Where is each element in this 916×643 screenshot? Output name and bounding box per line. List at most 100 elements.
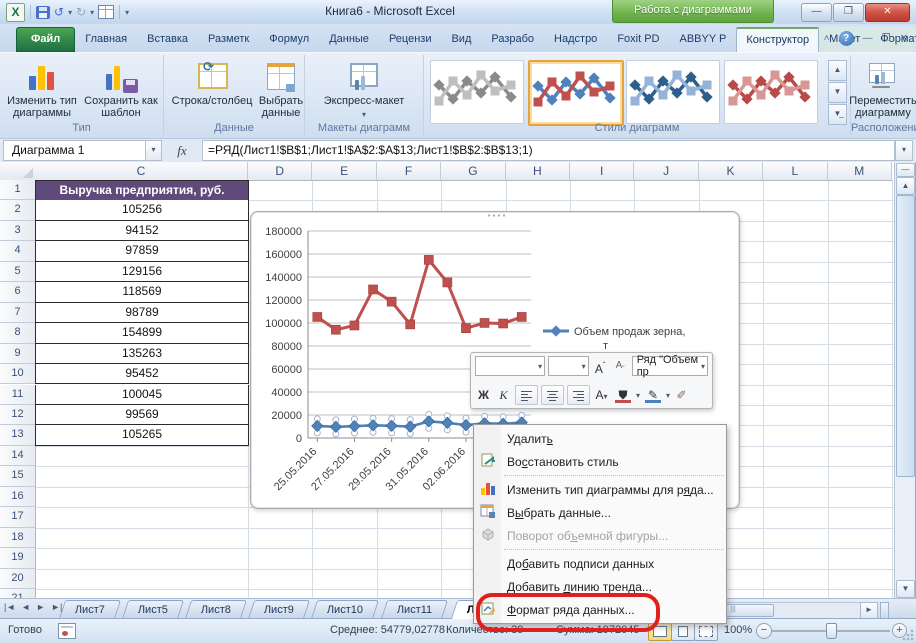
vertical-scroll-thumb[interactable] bbox=[896, 195, 915, 477]
column-header-G[interactable]: G bbox=[441, 162, 505, 181]
format-painter-icon[interactable]: ✐ bbox=[673, 386, 690, 404]
font-name-combobox[interactable]: ▾ bbox=[475, 356, 545, 376]
row-header-4[interactable]: 4 bbox=[0, 241, 36, 261]
normal-view-button[interactable] bbox=[648, 622, 672, 641]
style-gray[interactable] bbox=[430, 60, 524, 124]
row-header-14[interactable]: 14 bbox=[0, 446, 36, 466]
tab-split-handle[interactable] bbox=[880, 602, 889, 619]
fx-icon[interactable]: fx bbox=[162, 143, 202, 159]
help-icon[interactable]: ? bbox=[839, 31, 854, 46]
row-header-7[interactable]: 7 bbox=[0, 303, 36, 323]
tab-формул[interactable]: Формул bbox=[259, 27, 319, 52]
vertical-scrollbar[interactable]: — ▲ ▼ bbox=[894, 162, 915, 598]
workbook-minimize-icon[interactable]: — bbox=[863, 33, 873, 44]
formula-input[interactable]: =РЯД(Лист1!$B$1;Лист1!$A$2:$A$13;Лист1!$… bbox=[202, 140, 895, 161]
close-button[interactable]: ✕ bbox=[865, 3, 910, 22]
tab-данные[interactable]: Данные bbox=[319, 27, 379, 52]
minimize-button[interactable]: — bbox=[801, 3, 832, 22]
chart-element-combobox[interactable]: Ряд "Объем пр▾ bbox=[632, 356, 708, 376]
column-header-L[interactable]: L bbox=[763, 162, 827, 181]
menu-item-добавить-линию-тренда-[interactable]: Добавить линию тренда... bbox=[474, 575, 726, 598]
prev-sheet-icon[interactable]: ◄ bbox=[21, 602, 30, 612]
next-sheet-icon[interactable]: ► bbox=[36, 602, 45, 612]
table-value-cell[interactable]: 98789 bbox=[35, 303, 249, 323]
row-header-18[interactable]: 18 bbox=[0, 528, 36, 548]
workbook-close-icon[interactable]: ✕ bbox=[900, 33, 908, 44]
table-value-cell[interactable]: 95452 bbox=[35, 364, 249, 384]
legend-entry[interactable]: Объем продаж зерна, bbox=[574, 326, 685, 338]
fill-color-button[interactable]: ⛊ bbox=[613, 386, 633, 404]
scroll-right-icon[interactable]: ► bbox=[860, 602, 878, 619]
style-blue[interactable] bbox=[626, 60, 720, 124]
row-header-15[interactable]: 15 bbox=[0, 466, 36, 486]
row-header-1[interactable]: 1 bbox=[0, 180, 36, 200]
style-blue-red[interactable] bbox=[528, 60, 624, 126]
tab-главная[interactable]: Главная bbox=[75, 27, 137, 52]
fill-dropdown-icon[interactable]: ▾ bbox=[636, 391, 640, 400]
row-header-2[interactable]: 2 bbox=[0, 200, 36, 220]
switch-row-column-button[interactable]: ⟳ Строка/столбец bbox=[166, 59, 258, 107]
table-value-cell[interactable]: 105256 bbox=[35, 200, 249, 220]
tab-вид[interactable]: Вид bbox=[441, 27, 481, 52]
menu-item-восстановить-стиль[interactable]: Восстановить стиль bbox=[474, 450, 726, 473]
row-header-8[interactable]: 8 bbox=[0, 323, 36, 343]
split-box[interactable]: — bbox=[896, 163, 915, 177]
row-header-20[interactable]: 20 bbox=[0, 569, 36, 589]
y-axis-label[interactable]: 80000 bbox=[271, 341, 302, 353]
tab-разметк[interactable]: Разметк bbox=[198, 27, 259, 52]
chart-legend[interactable]: Объем продаж зерна,т bbox=[543, 325, 685, 352]
name-box-dropdown-icon[interactable]: ▾ bbox=[146, 140, 162, 161]
column-header-K[interactable]: K bbox=[699, 162, 763, 181]
workbook-restore-icon[interactable]: ❐ bbox=[882, 33, 891, 44]
column-header-I[interactable]: I bbox=[570, 162, 634, 181]
y-axis-label[interactable]: 140000 bbox=[265, 272, 302, 284]
column-header-D[interactable]: D bbox=[248, 162, 312, 181]
zoom-slider-thumb[interactable] bbox=[826, 623, 837, 639]
grow-font-button[interactable]: Аˆ bbox=[592, 357, 609, 375]
shrink-font-button[interactable]: Аˇ bbox=[612, 357, 629, 375]
row-header-6[interactable]: 6 bbox=[0, 282, 36, 302]
sheet-tab-лист9[interactable]: Лист9 bbox=[248, 600, 310, 619]
font-size-combobox[interactable]: ▾ bbox=[548, 356, 589, 376]
table-value-cell[interactable]: 97859 bbox=[35, 241, 249, 261]
y-axis-label[interactable]: 120000 bbox=[265, 295, 302, 307]
restore-button[interactable]: ❐ bbox=[833, 3, 864, 22]
resize-grip[interactable] bbox=[901, 628, 915, 642]
first-sheet-icon[interactable]: |◄ bbox=[4, 602, 15, 612]
row-header-21[interactable]: 21 bbox=[0, 589, 36, 598]
select-all-corner[interactable] bbox=[0, 162, 36, 181]
font-color-button[interactable]: А▾ bbox=[593, 386, 610, 404]
menu-item-удалить[interactable]: Удалить bbox=[474, 427, 726, 450]
table-value-cell[interactable]: 105265 bbox=[35, 425, 249, 445]
style-red[interactable] bbox=[724, 60, 818, 124]
y-axis-label[interactable]: 60000 bbox=[271, 364, 302, 376]
menu-item-добавить-подписи-данных[interactable]: Добавить подписи данных bbox=[474, 552, 726, 575]
column-header-E[interactable]: E bbox=[312, 162, 376, 181]
table-value-cell[interactable]: 99569 bbox=[35, 405, 249, 425]
tab-abbyy p[interactable]: ABBYY P bbox=[670, 27, 737, 52]
sheet-tab-лист10[interactable]: Лист10 bbox=[311, 600, 379, 619]
sheet-tab-лист8[interactable]: Лист8 bbox=[185, 600, 247, 619]
row-header-17[interactable]: 17 bbox=[0, 507, 36, 527]
outline-color-button[interactable]: ✎ bbox=[643, 386, 663, 404]
table-value-cell[interactable]: 129156 bbox=[35, 262, 249, 282]
row-header-13[interactable]: 13 bbox=[0, 425, 36, 445]
sheet-tab-лист7[interactable]: Лист7 bbox=[59, 600, 121, 619]
scroll-down-icon[interactable]: ▼ bbox=[896, 580, 915, 598]
tab-рецензи[interactable]: Рецензи bbox=[379, 27, 442, 52]
save-as-template-button[interactable]: Сохранить как шаблон bbox=[82, 59, 160, 119]
sheet-tab-лист5[interactable]: Лист5 bbox=[122, 600, 184, 619]
table-value-cell[interactable]: 154899 bbox=[35, 323, 249, 343]
tab-вставка[interactable]: Вставка bbox=[137, 27, 198, 52]
row-header-16[interactable]: 16 bbox=[0, 487, 36, 507]
menu-item-формат-ряда-данных-[interactable]: Формат ряда данных... bbox=[474, 598, 726, 621]
tab-файл[interactable]: Файл bbox=[16, 27, 75, 52]
y-axis-label[interactable]: 20000 bbox=[271, 410, 302, 422]
tab-разрабо[interactable]: Разрабо bbox=[481, 27, 544, 52]
row-header-3[interactable]: 3 bbox=[0, 221, 36, 241]
series-revenue-line[interactable] bbox=[317, 260, 521, 330]
row-header-10[interactable]: 10 bbox=[0, 364, 36, 384]
quick-layout-button[interactable]: Экспресс-макет ▾ bbox=[313, 59, 415, 121]
row-header-11[interactable]: 11 bbox=[0, 385, 36, 405]
column-header-H[interactable]: H bbox=[506, 162, 570, 181]
